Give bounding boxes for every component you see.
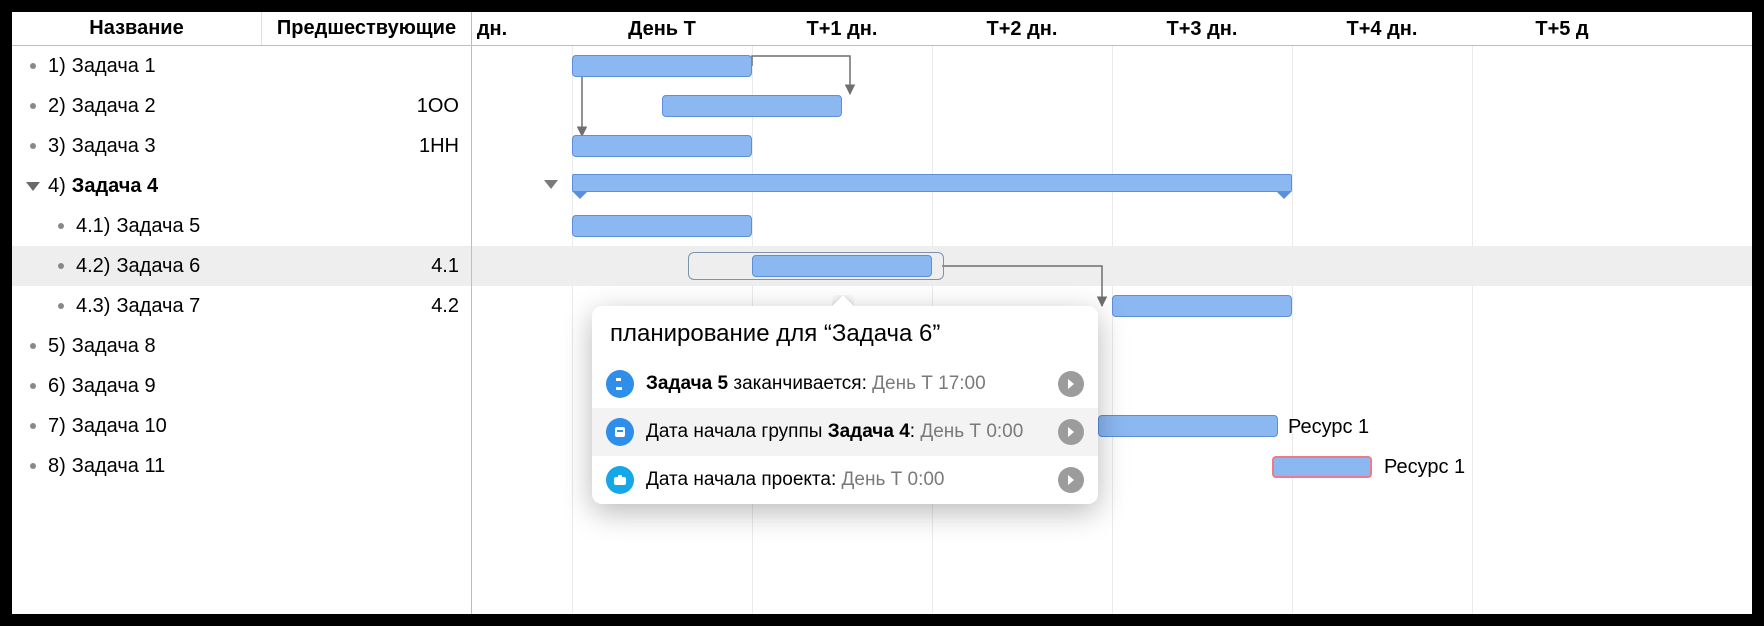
table-row[interactable]: 3) Задача 3 1НН: [12, 126, 471, 166]
popover-item-text: Дата начала проекта: День Т 0:00: [646, 468, 1046, 492]
task-number: 1): [48, 55, 66, 78]
gantt-bar[interactable]: [1112, 295, 1292, 317]
task-name: Задача 6: [116, 255, 200, 278]
bullet-icon: [58, 303, 64, 309]
table-row[interactable]: 7) Задача 10: [12, 406, 471, 446]
timeline-header-cell[interactable]: T+3 дн.: [1112, 12, 1292, 46]
group-start-icon: [606, 418, 634, 446]
popover-item[interactable]: Дата начала группы Задача 4: День Т 0:00: [592, 408, 1098, 456]
popover-item-text: Задача 5 заканчивается: День Т 17:00: [646, 372, 1046, 396]
bullet-icon: [30, 463, 36, 469]
chevron-right-icon[interactable]: [1058, 467, 1084, 493]
popover-item-text: Дата начала группы Задача 4: День Т 0:00: [646, 420, 1046, 444]
table-row[interactable]: 4.3) Задача 7 4.2: [12, 286, 471, 326]
task-number: 4.1): [76, 215, 110, 238]
table-row[interactable]: 8) Задача 11: [12, 446, 471, 486]
timeline-header-cell[interactable]: дн.: [432, 12, 552, 46]
task-pred: 4.2: [431, 295, 459, 318]
bullet-icon: [58, 223, 64, 229]
timeline-header-cell[interactable]: День Т: [572, 12, 752, 46]
table-row[interactable]: 1) Задача 1: [12, 46, 471, 86]
bullet-icon: [30, 63, 36, 69]
popover-item[interactable]: Дата начала проекта: День Т 0:00: [592, 456, 1098, 504]
group-collapse-icon[interactable]: [544, 180, 558, 189]
task-number: 8): [48, 455, 66, 478]
dependency-icon: [606, 370, 634, 398]
gridline: [572, 46, 573, 614]
table-row[interactable]: 4.2) Задача 6 4.1: [12, 246, 471, 286]
gantt-bar[interactable]: [662, 95, 842, 117]
disclosure-triangle-icon[interactable]: [26, 182, 40, 191]
body: 1) Задача 1 2) Задача 2 1ОО 3) Задача 3 …: [12, 46, 1752, 614]
task-name: Задача 9: [72, 375, 156, 398]
project-start-icon: [606, 466, 634, 494]
column-header-name[interactable]: Название: [12, 12, 262, 45]
timeline-header[interactable]: дн. День Т T+1 дн. T+2 дн. T+3 дн. T+4 д…: [472, 12, 1752, 45]
task-pred: 1НН: [419, 135, 459, 158]
gantt-bar[interactable]: [1098, 415, 1278, 437]
task-number: 4.2): [76, 255, 110, 278]
resource-label: Ресурс 1: [1384, 456, 1465, 479]
gantt-group-bar[interactable]: [572, 174, 1292, 192]
task-number: 3): [48, 135, 66, 158]
task-number: 2): [48, 95, 66, 118]
task-name: Задача 4: [72, 175, 158, 198]
task-name: Задача 2: [72, 95, 156, 118]
table-row[interactable]: 2) Задача 2 1ОО: [12, 86, 471, 126]
table-row-group[interactable]: 4) Задача 4: [12, 166, 471, 206]
task-name: Задача 10: [72, 415, 167, 438]
gridline: [1472, 46, 1473, 614]
scheduling-popover: планирование для “Задача 6” Задача 5 зак…: [592, 306, 1098, 504]
bullet-icon: [30, 343, 36, 349]
bullet-icon: [30, 143, 36, 149]
gantt-bar[interactable]: [572, 215, 752, 237]
bullet-icon: [30, 103, 36, 109]
table-header: Название Предшествующие дн. День Т T+1 д…: [12, 12, 1752, 46]
timeline-header-cell[interactable]: T+5 д: [1472, 12, 1652, 46]
selected-row-bg: [472, 246, 1752, 286]
table-row[interactable]: 5) Задача 8: [12, 326, 471, 366]
popover-arrow: [832, 295, 854, 306]
task-number: 5): [48, 335, 66, 358]
gridline: [1292, 46, 1293, 614]
task-table[interactable]: 1) Задача 1 2) Задача 2 1ОО 3) Задача 3 …: [12, 46, 472, 614]
chevron-right-icon[interactable]: [1058, 371, 1084, 397]
task-pred: 1ОО: [417, 95, 459, 118]
gantt-timeline[interactable]: Ресурс 1 Ресурс 1 планирование для “Зада…: [472, 46, 1752, 614]
task-name: Задача 8: [72, 335, 156, 358]
task-name: Задача 5: [116, 215, 200, 238]
bullet-icon: [30, 383, 36, 389]
chevron-right-icon[interactable]: [1058, 419, 1084, 445]
gridline: [1112, 46, 1113, 614]
gantt-window: Название Предшествующие дн. День Т T+1 д…: [0, 0, 1764, 626]
timeline-header-cell[interactable]: T+1 дн.: [752, 12, 932, 46]
timeline-header-cell[interactable]: T+2 дн.: [932, 12, 1112, 46]
task-name: Задача 11: [72, 455, 165, 478]
task-number: 7): [48, 415, 66, 438]
bullet-icon: [58, 263, 64, 269]
task-number: 4): [48, 175, 66, 198]
task-name: Задача 3: [72, 135, 156, 158]
popover-item[interactable]: Задача 5 заканчивается: День Т 17:00: [592, 360, 1098, 408]
gantt-bar[interactable]: [572, 135, 752, 157]
timeline-header-cell[interactable]: T+4 дн.: [1292, 12, 1472, 46]
popover-title: планирование для “Задача 6”: [592, 306, 1098, 360]
task-name: Задача 1: [72, 55, 156, 78]
resource-label: Ресурс 1: [1288, 416, 1369, 439]
gantt-bar[interactable]: [572, 55, 752, 77]
task-name: Задача 7: [116, 295, 200, 318]
table-row[interactable]: 6) Задача 9: [12, 366, 471, 406]
task-number: 6): [48, 375, 66, 398]
table-row[interactable]: 4.1) Задача 5: [12, 206, 471, 246]
gantt-bar-selected[interactable]: [752, 255, 932, 277]
task-pred: 4.1: [431, 255, 459, 278]
task-number: 4.3): [76, 295, 110, 318]
bullet-icon: [30, 423, 36, 429]
gantt-bar-overalloc[interactable]: [1272, 456, 1372, 478]
